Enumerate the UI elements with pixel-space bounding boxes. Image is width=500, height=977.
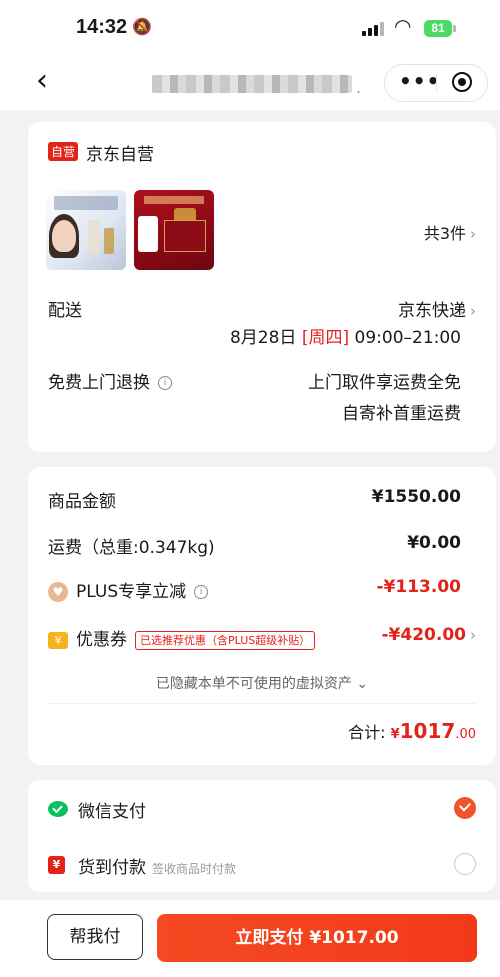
plus-badge-icon: ♥ xyxy=(48,582,68,602)
coupon-value: -¥420.00 xyxy=(381,625,467,645)
hidden-assets-toggle[interactable]: 已隐藏本单不可使用的虚拟资产 ⌄ xyxy=(28,673,496,693)
more-icon[interactable]: ••• xyxy=(399,69,440,93)
unselected-radio[interactable] xyxy=(454,853,476,875)
cash-on-delivery-icon: ¥ xyxy=(48,856,65,874)
pay-now-button[interactable]: 立即支付 ¥1017.00 xyxy=(157,914,477,962)
total-currency: ¥ xyxy=(390,727,400,742)
coupon-label: 优惠券 xyxy=(76,630,127,650)
goods-amount-label: 商品金额 xyxy=(48,492,116,512)
back-icon[interactable]: ‹ xyxy=(36,66,48,96)
capsule-divider xyxy=(436,74,437,92)
close-target-icon[interactable] xyxy=(452,72,472,92)
blurred-title-dot: . xyxy=(356,78,362,97)
wechat-pay-icon xyxy=(48,801,68,817)
mute-bell-icon: 🔕 xyxy=(132,17,152,36)
battery-icon: 81 xyxy=(424,20,456,37)
signal-icon xyxy=(362,22,384,36)
info-icon[interactable]: i xyxy=(194,585,209,599)
status-bar: 14:32 🔕 ◠ 81 xyxy=(0,0,500,58)
shipping-value: ¥0.00 xyxy=(407,533,461,553)
nav-bar: ‹ . ••• xyxy=(0,58,500,110)
delivery-label: 配送 xyxy=(48,301,82,321)
cod-label: 货到付款 xyxy=(78,858,146,878)
coupon-value-link[interactable]: -¥420.00 › xyxy=(382,625,477,645)
item-count-link[interactable]: 共3件 › xyxy=(424,220,476,244)
chevron-down-icon: ⌄ xyxy=(356,676,369,692)
wechat-pay-label[interactable]: 微信支付 xyxy=(78,797,146,822)
payment-methods-card: 微信支付 ¥ 货到付款 签收商品时付款 xyxy=(28,780,496,892)
order-total: 合计: ¥1017.00 xyxy=(348,719,476,743)
order-card: 自营 京东自营 共3件 › 配送 京东快递 › 8月28日 [周四] 09:00–2… xyxy=(28,122,496,452)
delivery-carrier-link[interactable]: 京东快递 › xyxy=(398,296,476,321)
delivery-window: 09:00–21:00 xyxy=(354,328,461,348)
total-decimals: .00 xyxy=(455,727,476,742)
divider xyxy=(48,703,476,704)
cod-subtitle: 签收商品时付款 xyxy=(152,862,237,876)
shop-name: 京东自营 xyxy=(86,145,154,165)
price-summary-card: 商品金额 ¥1550.00 运费（总重:0.347kg) ¥0.00 ♥ PLUS… xyxy=(28,467,496,765)
item-count: 共3件 xyxy=(423,224,466,243)
total-label: 合计: xyxy=(348,723,386,742)
coupon-icon: ¥ xyxy=(48,631,68,649)
wifi-icon: ◠ xyxy=(394,14,412,38)
shipping-label: 运费（总重:0.347kg) xyxy=(48,538,215,558)
chevron-right-icon: › xyxy=(470,626,476,644)
delivery-carrier: 京东快递 xyxy=(398,301,466,321)
chevron-right-icon: › xyxy=(470,225,476,243)
return-line-2: 自寄补首重运费 xyxy=(342,404,461,424)
delivery-time[interactable]: 8月28日 [周四] 09:00–21:00 xyxy=(230,323,461,348)
blurred-title xyxy=(152,75,352,93)
self-operated-badge: 自营 xyxy=(48,142,79,161)
hidden-assets-note: 已隐藏本单不可使用的虚拟资产 xyxy=(155,676,352,692)
total-amount: 1017 xyxy=(399,719,456,743)
product-thumbnail-2[interactable] xyxy=(134,190,214,270)
coupon-row[interactable]: ¥ 优惠券 已选推荐优惠（含PLUS超级补贴） xyxy=(48,625,316,650)
info-icon[interactable]: i xyxy=(158,376,172,390)
coupon-recommend-tag: 已选推荐优惠（含PLUS超级补贴） xyxy=(135,630,316,650)
plus-discount-row[interactable]: ♥ PLUS专享立减 i xyxy=(48,577,209,602)
plus-discount-value: -¥113.00 xyxy=(376,577,462,597)
free-return-label: 免费上门退换 xyxy=(48,373,150,393)
product-thumbnail-1[interactable] xyxy=(46,190,126,270)
chevron-right-icon: › xyxy=(470,302,476,320)
free-return-row[interactable]: 免费上门退换 i xyxy=(48,368,172,393)
cash-on-delivery-option[interactable]: 货到付款 签收商品时付款 xyxy=(78,853,236,878)
help-me-pay-button[interactable]: 帮我付 xyxy=(47,914,143,960)
selected-check-icon[interactable] xyxy=(454,797,476,819)
delivery-date: 8月28日 xyxy=(229,328,297,348)
mini-program-capsule: ••• xyxy=(384,64,488,102)
plus-discount-label: PLUS专享立减 xyxy=(76,582,187,602)
goods-amount-value: ¥1550.00 xyxy=(371,487,461,507)
status-time: 14:32 xyxy=(76,16,128,38)
bottom-action-bar: 帮我付 立即支付 ¥1017.00 xyxy=(0,900,500,977)
delivery-weekday: [周四] xyxy=(301,328,350,348)
return-line-1: 上门取件享运费全免 xyxy=(308,373,461,393)
